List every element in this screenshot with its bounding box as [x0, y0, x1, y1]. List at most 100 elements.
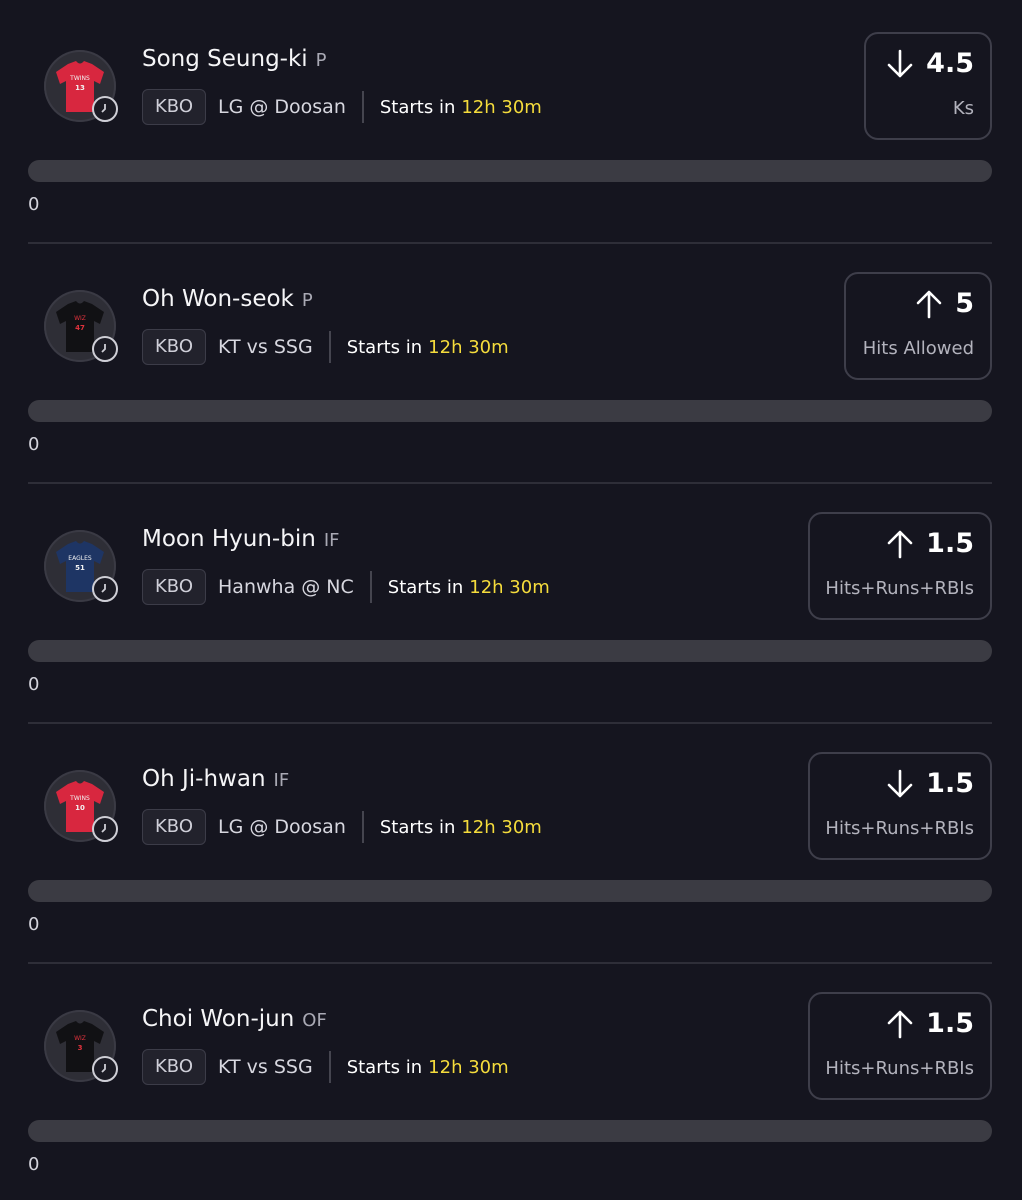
- prop-pick-button[interactable]: 1.5 Hits+Runs+RBIs: [808, 992, 992, 1100]
- player-name: Choi Won-jun: [142, 1006, 295, 1032]
- prop-stat: Hits+Runs+RBIs: [825, 1058, 974, 1079]
- clock-icon: [92, 336, 118, 362]
- clock-icon: [92, 1056, 118, 1082]
- player-position: OF: [302, 1010, 327, 1031]
- jersey-wordmark: WIZ: [74, 315, 86, 322]
- countdown: 12h 30m: [461, 96, 542, 118]
- jersey-avatar: EAGLES 51: [44, 530, 118, 602]
- arrow-up-icon: [887, 1010, 913, 1038]
- clock-icon: [92, 576, 118, 602]
- meta-divider: [328, 331, 331, 363]
- player-card[interactable]: WIZ 47 Oh Won-seok P KBO KT vs SSG Starts…: [0, 240, 1022, 484]
- progress-bar: [28, 640, 992, 662]
- jersey-number: 47: [75, 324, 85, 332]
- jersey-avatar: TWINS 10: [44, 770, 118, 842]
- league-badge: KBO: [142, 809, 207, 845]
- start-time: Starts in 12h 30m: [347, 337, 509, 358]
- player-position: P: [315, 50, 327, 71]
- player-name: Oh Won-seok: [142, 286, 294, 312]
- arrow-up-icon: [887, 530, 913, 558]
- jersey-avatar: TWINS 13: [44, 50, 118, 122]
- player-card[interactable]: WIZ 3 Choi Won-jun OF KBO KT vs SSG Start…: [0, 960, 1022, 1200]
- arrow-up-icon: [916, 290, 942, 318]
- meta-divider: [369, 571, 372, 603]
- player-position: P: [301, 290, 313, 311]
- countdown: 12h 30m: [428, 336, 509, 358]
- matchup: Hanwha @ NC: [218, 576, 354, 598]
- player-name-line: Moon Hyun-bin IF: [142, 526, 339, 552]
- progress-value: 0: [28, 1154, 40, 1175]
- league-badge: KBO: [142, 569, 207, 605]
- prop-stat: Hits Allowed: [862, 338, 974, 359]
- game-info: KBO LG @ Doosan Starts in 12h 30m: [142, 808, 542, 846]
- player-name-line: Oh Won-seok P: [142, 286, 313, 312]
- jersey-number: 51: [75, 564, 85, 572]
- game-info: KBO KT vs SSG Starts in 12h 30m: [142, 1048, 509, 1086]
- player-card[interactable]: TWINS 13 Song Seung-ki P KBO LG @ Doosan …: [0, 0, 1022, 244]
- prop-pick-button[interactable]: 1.5 Hits+Runs+RBIs: [808, 752, 992, 860]
- league-badge: KBO: [142, 1049, 207, 1085]
- prop-pick-button[interactable]: 1.5 Hits+Runs+RBIs: [808, 512, 992, 620]
- jersey-wordmark: TWINS: [69, 795, 90, 802]
- prop-line: 1.5: [926, 1008, 974, 1039]
- progress-bar: [28, 160, 992, 182]
- prop-stat: Hits+Runs+RBIs: [825, 578, 974, 599]
- start-time: Starts in 12h 30m: [380, 817, 542, 838]
- countdown: 12h 30m: [469, 576, 550, 598]
- start-label: Starts in: [379, 96, 456, 118]
- prop-line: 5: [955, 288, 974, 319]
- game-info: KBO LG @ Doosan Starts in 12h 30m: [142, 88, 542, 126]
- game-info: KBO Hanwha @ NC Starts in 12h 30m: [142, 568, 550, 606]
- meta-divider: [361, 91, 364, 123]
- clock-icon: [92, 96, 118, 122]
- player-position: IF: [273, 770, 290, 791]
- matchup: KT vs SSG: [218, 336, 313, 358]
- league-badge: KBO: [142, 329, 207, 365]
- player-name-line: Song Seung-ki P: [142, 46, 327, 72]
- player-card[interactable]: TWINS 10 Oh Ji-hwan IF KBO LG @ Doosan St…: [0, 720, 1022, 964]
- start-time: Starts in 12h 30m: [380, 97, 542, 118]
- player-name: Song Seung-ki: [142, 46, 308, 72]
- prop-stat: Ks: [952, 98, 974, 119]
- start-label: Starts in: [346, 336, 423, 358]
- prop-line: 1.5: [926, 768, 974, 799]
- progress-bar: [28, 880, 992, 902]
- prop-pick-button[interactable]: 5 Hits Allowed: [844, 272, 992, 380]
- jersey-wordmark: TWINS: [69, 75, 90, 82]
- jersey-number: 3: [78, 1044, 83, 1052]
- league-badge: KBO: [142, 89, 207, 125]
- start-label: Starts in: [387, 576, 464, 598]
- jersey-number: 10: [75, 804, 85, 812]
- player-prop-list: TWINS 13 Song Seung-ki P KBO LG @ Doosan …: [0, 0, 1022, 1200]
- player-name: Moon Hyun-bin: [142, 526, 316, 552]
- game-info: KBO KT vs SSG Starts in 12h 30m: [142, 328, 509, 366]
- meta-divider: [361, 811, 364, 843]
- player-name-line: Oh Ji-hwan IF: [142, 766, 289, 792]
- meta-divider: [328, 1051, 331, 1083]
- jersey-avatar: WIZ 47: [44, 290, 118, 362]
- player-position: IF: [323, 530, 340, 551]
- jersey-wordmark: EAGLES: [68, 555, 92, 562]
- start-label: Starts in: [346, 1056, 423, 1078]
- progress-bar: [28, 400, 992, 422]
- jersey-number: 13: [75, 84, 85, 92]
- countdown: 12h 30m: [428, 1056, 509, 1078]
- prop-stat: Hits+Runs+RBIs: [825, 818, 974, 839]
- prop-pick-button[interactable]: 4.5 Ks: [864, 32, 992, 140]
- matchup: KT vs SSG: [218, 1056, 313, 1078]
- matchup: LG @ Doosan: [218, 816, 346, 838]
- jersey-wordmark: WIZ: [74, 1035, 86, 1042]
- jersey-avatar: WIZ 3: [44, 1010, 118, 1082]
- start-label: Starts in: [379, 816, 456, 838]
- start-time: Starts in 12h 30m: [388, 577, 550, 598]
- player-card[interactable]: EAGLES 51 Moon Hyun-bin IF KBO Hanwha @ N…: [0, 480, 1022, 724]
- progress-value: 0: [28, 914, 40, 935]
- player-name: Oh Ji-hwan: [142, 766, 266, 792]
- start-time: Starts in 12h 30m: [347, 1057, 509, 1078]
- prop-line: 1.5: [926, 528, 974, 559]
- countdown: 12h 30m: [461, 816, 542, 838]
- progress-value: 0: [28, 194, 40, 215]
- player-name-line: Choi Won-jun OF: [142, 1006, 327, 1032]
- matchup: LG @ Doosan: [218, 96, 346, 118]
- clock-icon: [92, 816, 118, 842]
